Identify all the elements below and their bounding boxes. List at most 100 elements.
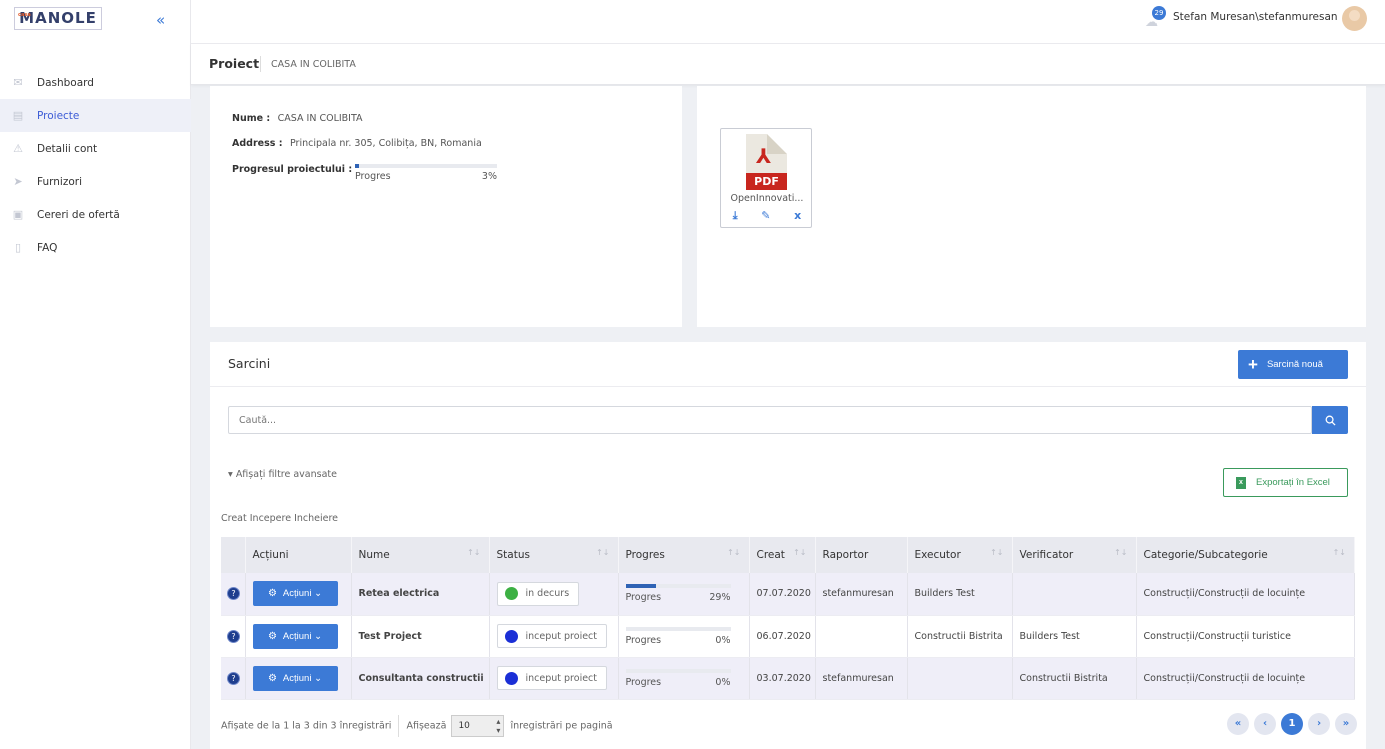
first-page-button[interactable]: « [1227,713,1249,735]
app-logo[interactable]: casa MANOLE [14,7,102,30]
task-name[interactable]: Consultanta constructii [351,657,490,700]
notifications-button[interactable]: ☁ 29 [1145,6,1166,30]
search-button[interactable] [1312,406,1348,434]
download-icon[interactable]: ⤓ [733,209,738,223]
column-header-actions: Acțiuni [245,537,352,573]
task-progress-bar: Progres 29% [625,584,731,603]
sidebar-item-detalii-cont[interactable]: ⚠ Detalii cont [0,132,191,165]
gear-icon: ⚙ [267,672,277,684]
sort-icon[interactable]: ↑↓ [793,548,806,557]
collapse-sidebar-icon[interactable]: « [156,11,165,29]
edit-icon[interactable]: ✎ [761,209,770,223]
task-category: Construcții/Construcții de locuințe [1136,657,1355,700]
sidebar-item-cereri-de-oferta[interactable]: ▣ Cereri de ofertă [0,198,191,231]
column-header-progress[interactable]: Progres ↑↓ [618,537,750,573]
page-button-current[interactable]: 1 [1281,713,1303,735]
records-info: Afișate de la 1 la 3 din 3 înregistrări [221,720,392,732]
envelope-icon: ✉ [13,75,23,89]
files-card: ⅄ PDF OpenInnovati... ⤓ ✎ x [697,86,1366,327]
progress-value: 3% [481,171,497,182]
project-progress-row: Progresul proiectului : [232,162,352,175]
table-row: ? ⚙ Acțiuni ⌄ Consultanta constructii inc… [221,657,1355,700]
tasks-table: Acțiuni Nume ↑↓ Status ↑↓ Progres ↑↓ Creat ↑… [221,537,1355,700]
column-header-category[interactable]: Categorie/Subcategorie ↑↓ [1136,537,1355,573]
help-icon[interactable]: ? [227,587,240,601]
chevron-down-icon: ⌄ [314,672,323,684]
sidebar-item-furnizori[interactable]: ➤ Furnizori [0,165,191,198]
page-header: Proiect CASA IN COLIBITA [191,44,1385,85]
sidebar-item-label: Cereri de ofertă [37,208,120,221]
status-badge: inceput proiect [496,624,607,648]
task-category: Construcții/Construcții turistice [1136,615,1355,658]
new-task-button[interactable]: + Sarcină nouă [1238,350,1348,379]
task-reporter [815,615,908,658]
sort-icon[interactable]: ↑↓ [1333,548,1346,557]
prev-page-button[interactable]: ‹ [1254,713,1276,735]
sort-icon[interactable]: ↑↓ [727,548,740,557]
last-page-button[interactable]: » [1335,713,1357,735]
search-icon [1325,415,1336,426]
sidebar-item-dashboard[interactable]: ✉ Dashboard [0,66,191,99]
notification-badge: 29 [1152,6,1166,20]
user-name[interactable]: Stefan Muresan\stefanmuresan [1173,11,1338,23]
sidebar-item-label: Proiecte [37,109,80,122]
page-size-select[interactable]: 10 ▴ ▾ [451,715,505,737]
search-input[interactable] [228,406,1312,434]
sidebar-item-faq[interactable]: ▯ FAQ [0,231,191,264]
status-dot-icon [504,629,518,643]
task-category: Construcții/Construcții de locuințe [1136,573,1355,616]
task-executor [907,657,1013,700]
export-excel-button[interactable]: x Exportați în Excel [1223,468,1348,497]
header-divider [260,56,261,72]
date-filter-labels: Creat Incepere Incheiere [221,513,339,524]
table-row: ? ⚙ Acțiuni ⌄ Retea electrica in decurs P… [221,573,1355,616]
task-name[interactable]: Retea electrica [351,573,490,616]
briefcase-icon: ▣ [12,207,24,221]
column-header-executor[interactable]: Executor ↑↓ [907,537,1013,573]
per-page-label: înregistrări pe pagină [510,720,613,732]
table-row: ? ⚙ Acțiuni ⌄ Test Project inceput proiec… [221,615,1355,658]
select-arrows-icon: ▴ ▾ [496,717,501,735]
help-icon[interactable]: ? [227,671,240,685]
sort-icon[interactable]: ↑↓ [990,548,1003,557]
column-header-verifier[interactable]: Verificator ↑↓ [1012,537,1137,573]
column-header-name[interactable]: Nume ↑↓ [351,537,490,573]
sort-icon[interactable]: ↑↓ [1114,548,1127,557]
sort-icon[interactable]: ↑↓ [467,548,480,557]
task-verifier: Builders Test [1012,615,1137,658]
file-tile[interactable]: ⅄ PDF OpenInnovati... ⤓ ✎ x [720,128,812,228]
chevron-down-icon: ⌄ [314,630,323,642]
row-actions-button[interactable]: ⚙ Acțiuni ⌄ [252,581,338,607]
warning-icon: ⚠ [13,141,23,155]
tasks-header: Sarcini + Sarcină nouă [210,342,1366,387]
row-actions-button[interactable]: ⚙ Acțiuni ⌄ [252,623,338,649]
row-actions-button[interactable]: ⚙ Acțiuni ⌄ [252,665,338,691]
sort-icon[interactable]: ↑↓ [596,548,609,557]
advanced-filters-toggle[interactable]: ▾ Afișați filtre avansate [228,469,337,480]
task-executor: Builders Test [907,573,1013,616]
topbar: ☁ 29 Stefan Muresan\stefanmuresan [191,0,1385,44]
column-header-status[interactable]: Status ↑↓ [489,537,619,573]
sidebar-nav: ✉ Dashboard ▤ Proiecte ⚠ Detalii cont ➤ … [0,66,191,264]
building-icon: ▤ [12,108,24,122]
column-header-created[interactable]: Creat ↑↓ [749,537,816,573]
delete-icon[interactable]: x [794,209,801,223]
page-subtitle: CASA IN COLIBITA [271,59,356,70]
send-icon: ➤ [13,174,23,188]
help-icon[interactable]: ? [227,629,240,643]
task-verifier: Constructii Bistrita [1012,657,1137,700]
file-name: OpenInnovati... [730,193,804,204]
project-name-label: Nume : [232,113,271,124]
project-name-row: Nume : CASA IN COLIBITA [232,111,363,124]
plus-icon: + [1248,355,1258,374]
show-label: Afișează [406,720,447,732]
task-reporter: stefanmuresan [815,657,908,700]
avatar[interactable] [1342,6,1367,31]
next-page-button[interactable]: › [1308,713,1330,735]
task-verifier [1012,573,1137,616]
task-name[interactable]: Test Project [351,615,490,658]
chevron-down-icon: ⌄ [314,588,323,600]
sidebar-item-proiecte[interactable]: ▤ Proiecte [0,99,191,132]
task-progress-bar: Progres 0% [625,626,731,646]
file-actions: ⤓ ✎ x [721,209,813,223]
